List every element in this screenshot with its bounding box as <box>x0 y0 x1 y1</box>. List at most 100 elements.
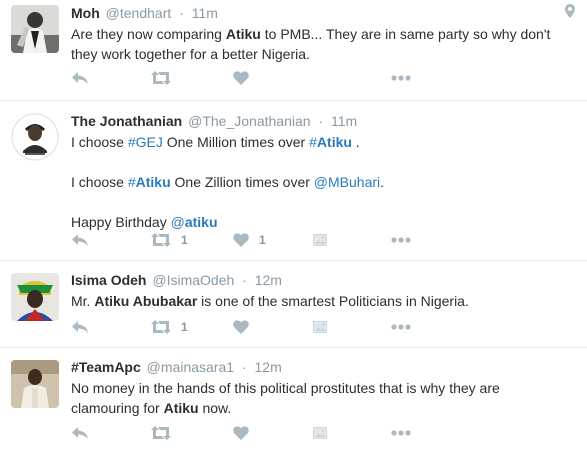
retweet-icon <box>151 320 171 334</box>
tweet-text: I choose #GEJ One Million times over #At… <box>71 132 573 232</box>
separator-dot: · <box>318 113 324 129</box>
media-button[interactable] <box>313 319 327 335</box>
more-button[interactable] <box>391 425 411 441</box>
photo-icon <box>313 234 327 246</box>
text-segment: clamouring for <box>71 400 164 416</box>
avatar-image <box>11 273 59 321</box>
like-button[interactable] <box>233 319 249 335</box>
text-segment: I choose <box>71 174 128 190</box>
like-button[interactable] <box>233 425 249 441</box>
retweet-icon <box>151 426 171 440</box>
avatar-image <box>11 113 59 161</box>
reply-button[interactable] <box>71 425 89 441</box>
tweet-header: Isima Odeh @IsimaOdeh · 12m <box>71 271 573 289</box>
more-button[interactable] <box>391 319 411 335</box>
avatar[interactable] <box>11 5 59 53</box>
author-name[interactable]: The Jonathanian <box>71 113 182 129</box>
retweet-button[interactable]: 1 <box>151 319 188 335</box>
reply-button[interactable] <box>71 319 89 335</box>
text-segment: Are they now comparing <box>71 26 226 42</box>
tweet[interactable]: Moh @tendhart · 11m Are they now compari… <box>0 0 587 101</box>
timestamp[interactable]: 11m <box>331 113 357 129</box>
author-name[interactable]: Isima Odeh <box>71 272 146 288</box>
more-button[interactable] <box>391 232 411 248</box>
highlighted-keyword: Atiku <box>135 174 171 190</box>
retweet-icon <box>151 71 171 85</box>
more-dots-icon <box>391 237 411 243</box>
mention-link[interactable]: @atiku <box>171 214 218 230</box>
more-dots-icon <box>391 75 411 81</box>
link-prefix: #GEJ <box>127 134 163 150</box>
timestamp[interactable]: 12m <box>255 272 282 288</box>
more-dots-icon <box>391 324 411 330</box>
link-prefix: # <box>309 134 317 150</box>
highlighted-keyword: Atiku <box>316 134 352 150</box>
avatar[interactable] <box>11 273 59 321</box>
highlighted-keyword: Atiku <box>225 26 261 42</box>
tweet-text-line: No money in the hands of this political … <box>71 378 573 398</box>
text-segment: to PMB... They are in same party so why … <box>260 26 551 42</box>
heart-icon <box>233 426 249 440</box>
separator-dot: · <box>241 359 247 375</box>
tweet-feed: Moh @tendhart · 11m Are they now compari… <box>0 0 587 456</box>
author-handle[interactable]: @IsimaOdeh <box>152 272 234 288</box>
retweet-button[interactable] <box>151 425 171 441</box>
retweet-count: 1 <box>181 233 188 247</box>
text-segment: they work together for a better Nigeria. <box>71 46 310 62</box>
reply-button[interactable] <box>71 232 89 248</box>
reply-button[interactable] <box>71 70 89 86</box>
tweet[interactable]: The Jonathanian @The_Jonathanian · 11m I… <box>0 101 587 261</box>
author-name[interactable]: #TeamApc <box>71 359 141 375</box>
like-button[interactable]: 1 <box>233 232 266 248</box>
hashtag-link[interactable]: #Atiku <box>309 134 352 150</box>
author-name[interactable]: Moh <box>71 5 100 21</box>
heart-icon <box>233 71 249 85</box>
reply-icon <box>72 427 88 439</box>
media-button[interactable] <box>313 232 327 248</box>
timestamp[interactable]: 12m <box>255 359 282 375</box>
author-handle[interactable]: @The_Jonathanian <box>188 113 310 129</box>
author-handle[interactable]: @mainasara1 <box>147 359 234 375</box>
tweet-header: Moh @tendhart · 11m <box>71 4 573 22</box>
tweet-header: The Jonathanian @The_Jonathanian · 11m <box>71 112 573 130</box>
heart-icon <box>233 233 249 247</box>
text-segment: is one of the smartest Politicians in Ni… <box>197 293 469 309</box>
reply-icon <box>72 321 88 333</box>
tweet-text-line: Mr. Atiku Abubakar is one of the smartes… <box>71 291 573 311</box>
tweet-text-line: clamouring for Atiku now. <box>71 398 573 418</box>
retweet-button[interactable]: 1 <box>151 232 188 248</box>
retweet-icon <box>151 233 171 247</box>
link-prefix: @MBuhari <box>313 174 381 190</box>
mention-link[interactable]: @MBuhari <box>314 174 380 190</box>
text-segment: One Million times over <box>162 134 310 150</box>
hashtag-link[interactable]: #GEJ <box>128 134 163 150</box>
tweet-text-line: I choose #Atiku One Zillion times over @… <box>71 172 573 192</box>
text-segment: One Zillion times over <box>170 174 314 190</box>
timestamp[interactable]: 11m <box>192 5 218 21</box>
avatar-image <box>11 360 59 408</box>
media-button[interactable] <box>313 425 327 441</box>
tweet-text: No money in the hands of this political … <box>71 378 573 418</box>
text-segment: now. <box>198 400 232 416</box>
text-segment: Happy Birthday <box>71 214 171 230</box>
link-prefix: @ <box>170 214 185 230</box>
avatar[interactable] <box>11 113 59 161</box>
tweet[interactable]: #TeamApc @mainasara1 · 12m No money in t… <box>0 348 587 456</box>
highlighted-keyword: atiku <box>184 214 218 230</box>
text-segment: . <box>351 134 360 150</box>
more-button[interactable] <box>391 70 411 86</box>
text-segment: . <box>380 174 385 190</box>
like-button[interactable] <box>233 70 249 86</box>
tweet-text-line: they work together for a better Nigeria. <box>71 44 573 64</box>
avatar[interactable] <box>11 360 59 408</box>
link-prefix: # <box>127 174 136 190</box>
tweet[interactable]: Isima Odeh @IsimaOdeh · 12m Mr. Atiku Ab… <box>0 261 587 348</box>
retweet-button[interactable] <box>151 70 171 86</box>
separator-dot: · <box>242 272 247 288</box>
tweet-text-line: Are they now comparing Atiku to PMB... T… <box>71 24 573 44</box>
location-pin-icon[interactable] <box>565 4 575 18</box>
text-segment: No money in the hands of this political … <box>71 380 500 396</box>
hashtag-link[interactable]: #Atiku <box>128 174 171 190</box>
tweet-header: #TeamApc @mainasara1 · 12m <box>71 358 573 376</box>
author-handle[interactable]: @tendhart <box>106 5 172 21</box>
